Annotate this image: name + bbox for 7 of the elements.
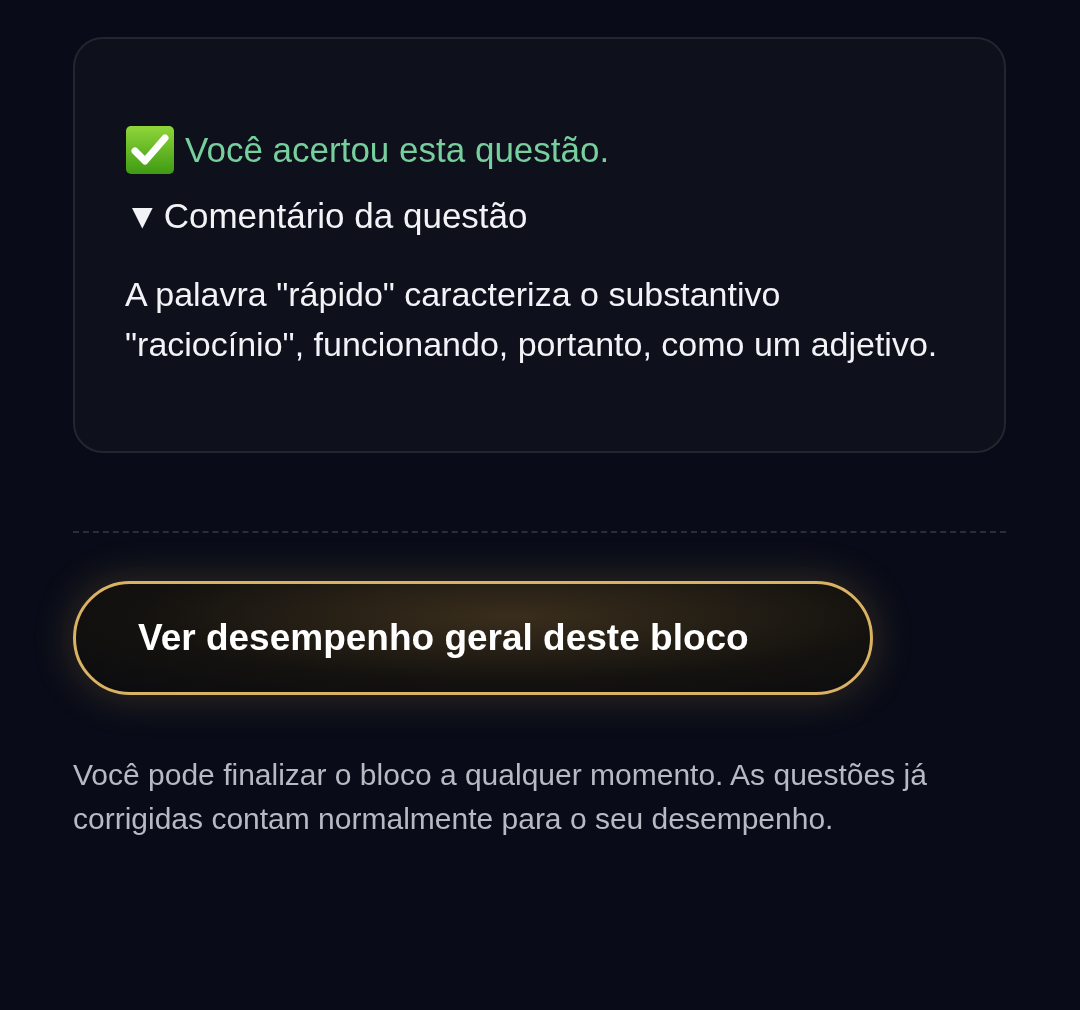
success-message: Você acertou esta questão. xyxy=(185,129,610,171)
info-note: Você pode finalizar o bloco a qualquer momento. As questões já corrigidas contam normalmente para o seu desempenho. xyxy=(73,757,928,837)
comment-text: A palavra "rápido" caracteriza o substantivo "raciocínio", funcionando, portanto, como um adjetivo. xyxy=(125,274,939,365)
performance-button[interactable]: Ver desempenho geral deste bloco xyxy=(73,581,873,695)
disclosure-triangle[interactable]: ▼ xyxy=(125,193,160,239)
check-icon xyxy=(125,125,175,175)
comment-toggle[interactable]: Comentário da questão xyxy=(163,193,528,239)
